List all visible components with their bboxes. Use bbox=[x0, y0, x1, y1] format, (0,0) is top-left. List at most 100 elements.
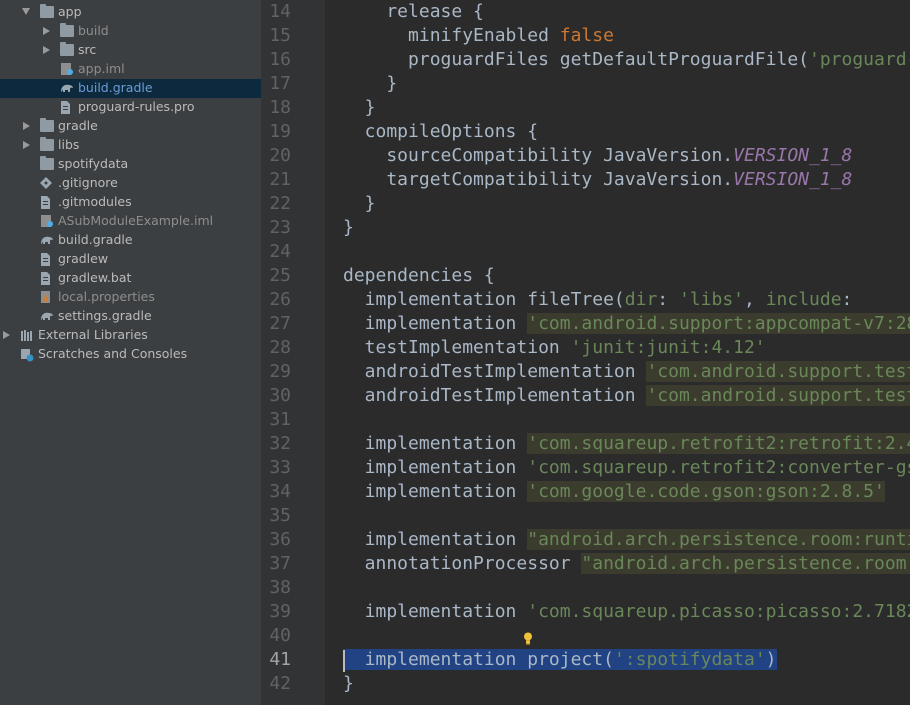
line-number: 33 bbox=[269, 457, 291, 478]
line-number: 37 bbox=[269, 553, 291, 574]
code-token: 'com.android.support.test.espresso' bbox=[646, 385, 910, 406]
code-token: implementation bbox=[343, 313, 528, 334]
line-number: 26 bbox=[269, 289, 291, 310]
code-line[interactable]: sourceCompatibility JavaVersion.VERSION_… bbox=[343, 144, 852, 168]
chevron-right-icon[interactable] bbox=[43, 27, 50, 35]
code-line[interactable]: implementation 'com.android.support:appc… bbox=[343, 312, 910, 336]
code-token: } bbox=[343, 193, 376, 214]
tree-item-build-gradle[interactable]: build.gradle bbox=[0, 79, 261, 98]
tree-item-label: gradle bbox=[58, 118, 98, 133]
file-icon bbox=[40, 272, 54, 285]
code-token: sourceCompatibility JavaVersion. bbox=[343, 145, 734, 166]
code-token: release { bbox=[343, 1, 484, 22]
code-token: implementation bbox=[343, 457, 528, 478]
line-number: 19 bbox=[269, 121, 291, 142]
tree-item-label: build bbox=[78, 23, 109, 38]
lightbulb-icon[interactable] bbox=[523, 632, 533, 645]
code-line[interactable]: release { bbox=[343, 0, 484, 24]
tree-item-src[interactable]: src bbox=[0, 41, 261, 60]
tree-item-asubmoduleexample-iml[interactable]: ASubModuleExample.iml bbox=[0, 212, 261, 231]
code-editor[interactable]: release { minifyEnabled false proguardFi… bbox=[325, 0, 910, 705]
code-line[interactable]: implementation fileTree(dir: 'libs', inc… bbox=[343, 288, 863, 312]
code-token: include bbox=[765, 289, 842, 310]
code-line[interactable]: dependencies { bbox=[343, 264, 495, 288]
code-token: proguardFiles getDefaultProguardFile( bbox=[343, 49, 809, 70]
tree-item-label: settings.gradle bbox=[58, 308, 152, 323]
line-number: 22 bbox=[269, 193, 291, 214]
code-token: } bbox=[343, 97, 376, 118]
tree-item-gradlew-bat[interactable]: gradlew.bat bbox=[0, 269, 261, 288]
tree-item-gradlew[interactable]: gradlew bbox=[0, 250, 261, 269]
tree-item-libs[interactable]: libs bbox=[0, 136, 261, 155]
code-line[interactable]: minifyEnabled false bbox=[343, 24, 614, 48]
code-line[interactable]: implementation "android.arch.persistence… bbox=[343, 528, 910, 552]
code-token: 'com.squareup.retrofit2:retrofit:2.4.0' bbox=[527, 433, 910, 454]
line-number: 15 bbox=[269, 25, 291, 46]
tree-item-label: ASubModuleExample.iml bbox=[58, 213, 214, 228]
tree-item-spotifydata[interactable]: spotifydata bbox=[0, 155, 261, 174]
line-number: 40 bbox=[269, 625, 291, 646]
line-number: 34 bbox=[269, 481, 291, 502]
tree-item-proguard-rules-pro[interactable]: proguard-rules.pro bbox=[0, 98, 261, 117]
code-token: targetCompatibility JavaVersion. bbox=[343, 169, 734, 190]
line-number: 17 bbox=[269, 73, 291, 94]
code-token: : bbox=[841, 289, 864, 310]
tree-item-build[interactable]: build bbox=[0, 22, 261, 41]
tree-item-gitignore[interactable]: .gitignore bbox=[0, 174, 261, 193]
code-line[interactable]: implementation 'com.squareup.retrofit2:r… bbox=[343, 432, 910, 456]
tree-item-local-properties[interactable]: local.properties bbox=[0, 288, 261, 307]
tree-item-app-iml[interactable]: app.iml bbox=[0, 60, 261, 79]
chevron-right-icon[interactable] bbox=[23, 122, 30, 130]
code-line[interactable]: implementation 'com.squareup.picasso:pic… bbox=[343, 600, 910, 624]
code-token: annotationProcessor bbox=[343, 553, 582, 574]
line-number: 42 bbox=[269, 673, 291, 694]
code-line[interactable]: } bbox=[343, 216, 354, 240]
tree-item-app[interactable]: app bbox=[0, 3, 261, 22]
code-line[interactable]: testImplementation 'junit:junit:4.12' bbox=[343, 336, 766, 360]
code-line[interactable]: proguardFiles getDefaultProguardFile('pr… bbox=[343, 48, 910, 72]
scratches-icon bbox=[20, 348, 34, 362]
code-token: dir bbox=[624, 289, 658, 310]
line-number: 18 bbox=[269, 97, 291, 118]
module-file-icon bbox=[40, 215, 54, 227]
code-line[interactable]: compileOptions { bbox=[343, 120, 538, 144]
tree-item-gradle[interactable]: gradle bbox=[0, 117, 261, 136]
line-number: 32 bbox=[269, 433, 291, 454]
tree-item-build-gradle[interactable]: build.gradle bbox=[0, 231, 261, 250]
folder-icon bbox=[60, 42, 74, 56]
code-line[interactable]: androidTestImplementation 'com.android.s… bbox=[343, 384, 910, 408]
code-line[interactable]: androidTestImplementation 'com.android.s… bbox=[343, 360, 910, 384]
line-number: 30 bbox=[269, 385, 291, 406]
chevron-right-icon[interactable] bbox=[23, 141, 30, 149]
line-number: 21 bbox=[269, 169, 291, 190]
line-number: 31 bbox=[269, 409, 291, 430]
code-token: } bbox=[343, 217, 354, 238]
line-number: 16 bbox=[269, 49, 291, 70]
tree-item-settings-gradle[interactable]: settings.gradle bbox=[0, 307, 261, 326]
code-token: 'com.google.code.gson:gson:2.8.5' bbox=[527, 481, 885, 502]
code-token: testImplementation bbox=[343, 337, 571, 358]
code-line[interactable]: implementation project(':spotifydata') bbox=[343, 648, 777, 672]
git-icon bbox=[40, 177, 54, 189]
chevron-right-icon[interactable] bbox=[3, 331, 10, 339]
tree-item-scratches-and-consoles[interactable]: Scratches and Consoles bbox=[0, 345, 261, 364]
code-line[interactable]: } bbox=[343, 96, 376, 120]
module-file-icon bbox=[60, 63, 74, 75]
code-token: VERSION_1_8 bbox=[733, 169, 853, 190]
text-caret bbox=[343, 650, 345, 672]
code-line[interactable]: targetCompatibility JavaVersion.VERSION_… bbox=[343, 168, 852, 192]
chevron-right-icon[interactable] bbox=[43, 46, 50, 54]
code-token: } bbox=[343, 73, 398, 94]
code-line[interactable]: annotationProcessor "android.arch.persis… bbox=[343, 552, 910, 576]
tree-item-external-libraries[interactable]: External Libraries bbox=[0, 326, 261, 345]
code-token: , bbox=[744, 289, 766, 310]
code-line[interactable]: } bbox=[343, 192, 376, 216]
code-line[interactable]: implementation 'com.google.code.gson:gso… bbox=[343, 480, 885, 504]
code-line[interactable]: } bbox=[343, 72, 397, 96]
chevron-down-icon[interactable] bbox=[22, 8, 30, 15]
code-line[interactable]: } bbox=[343, 672, 354, 696]
tree-item-gitmodules[interactable]: .gitmodules bbox=[0, 193, 261, 212]
code-token: implementation bbox=[343, 433, 528, 454]
code-line[interactable]: implementation 'com.squareup.retrofit2:c… bbox=[343, 456, 910, 480]
folder-icon bbox=[40, 118, 54, 132]
